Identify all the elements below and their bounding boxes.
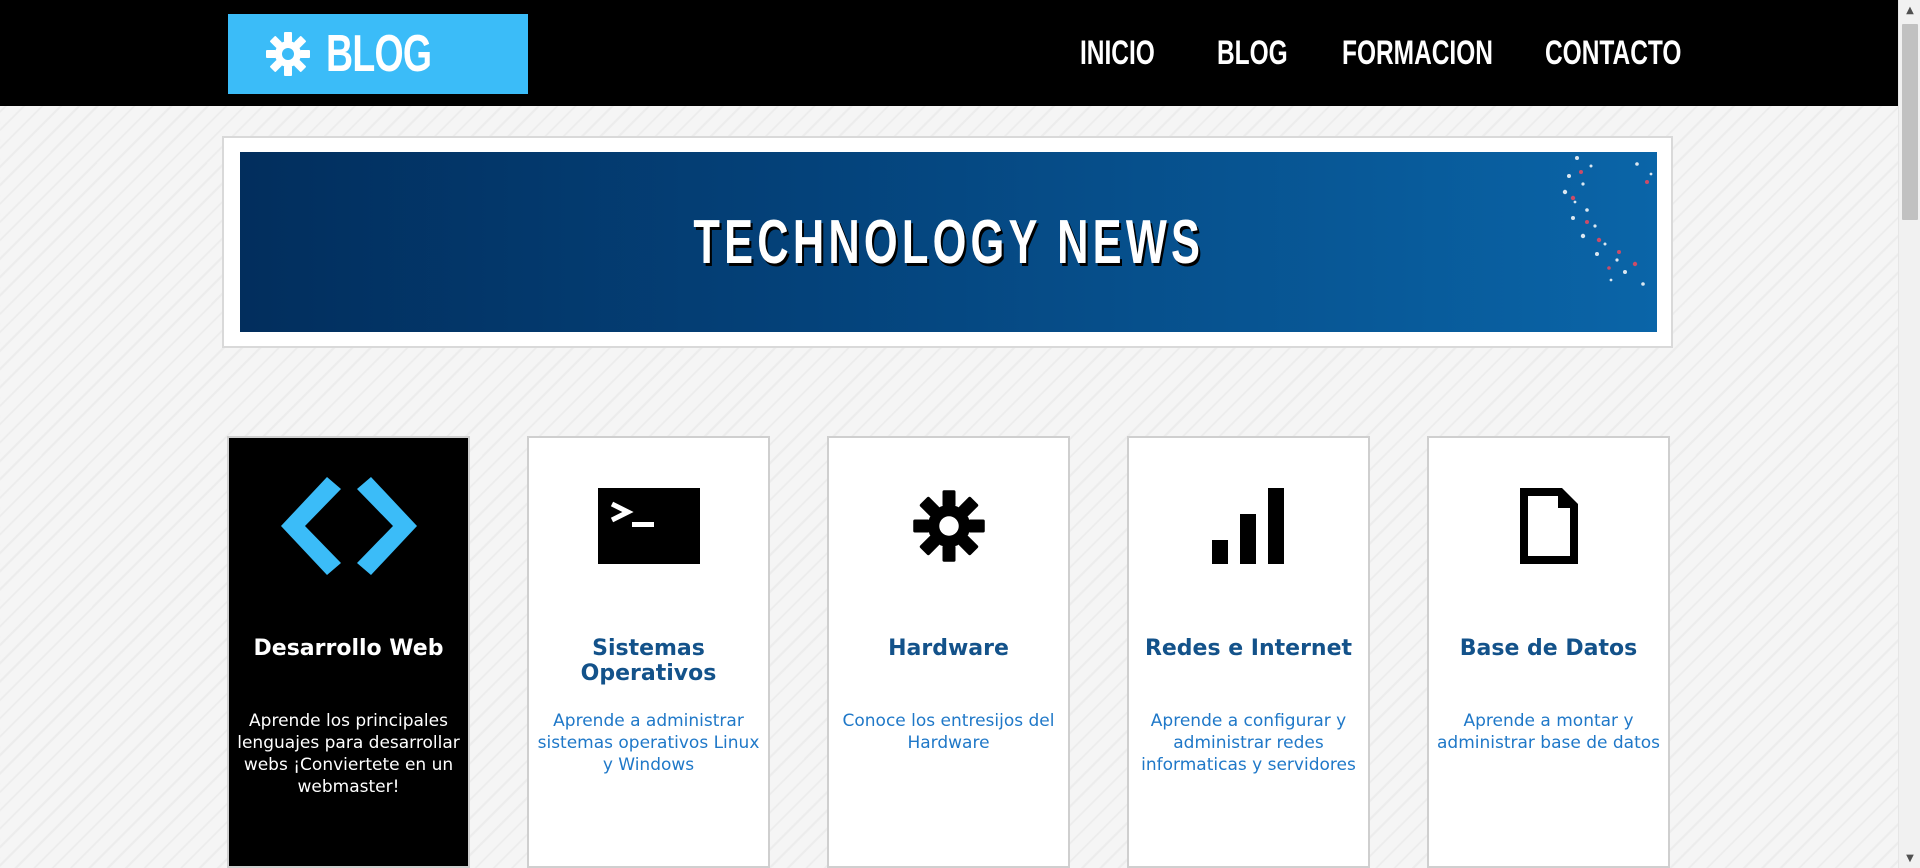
scrollbar-thumb[interactable]	[1902, 24, 1918, 220]
document-icon	[1429, 486, 1668, 566]
code-brackets-icon	[229, 477, 468, 575]
card-title: Base de Datos	[1459, 636, 1638, 661]
scroll-down-arrow-icon[interactable]: ▼	[1899, 848, 1920, 868]
vertical-scrollbar[interactable]: ▲ ▼	[1898, 0, 1920, 868]
category-card-hardware[interactable]: Hardware Conoce los entresijos del Hardw…	[827, 436, 1070, 868]
card-title: Sistemas Operativos	[580, 636, 717, 686]
gear-icon	[829, 486, 1068, 566]
card-title: Redes e Internet	[1144, 636, 1353, 661]
banner: TECHNOLOGY NEWS	[240, 152, 1657, 332]
nav-item-contacto[interactable]: CONTACTO	[1545, 30, 1681, 76]
category-card-sistemas-operativos[interactable]: Sistemas Operativos Aprende a administra…	[527, 436, 770, 868]
nav-item-blog[interactable]: BLOG	[1217, 30, 1288, 76]
card-title: Hardware	[888, 636, 1009, 661]
banner-frame: TECHNOLOGY NEWS	[222, 136, 1673, 348]
category-card-base-datos[interactable]: Base de Datos Aprende a montar y adminis…	[1427, 436, 1670, 868]
banner-title: TECHNOLOGY NEWS	[693, 207, 1204, 277]
category-card-desarrollo-web[interactable]: Desarrollo Web Aprende los principales l…	[227, 436, 470, 868]
nav-item-inicio[interactable]: INICIO	[1080, 30, 1155, 76]
nav-item-formacion[interactable]: FORMACION	[1342, 30, 1493, 76]
card-description: Aprende a montar y administrar base de d…	[1436, 711, 1661, 753]
main-nav: INICIO BLOG FORMACION CONTACTO	[0, 30, 1898, 76]
terminal-icon	[529, 486, 768, 566]
signal-bars-icon	[1129, 486, 1368, 566]
top-navigation-bar: BLOG INICIO BLOG FORMACION CONTACTO	[0, 0, 1898, 106]
category-card-redes-internet[interactable]: Redes e Internet Aprende a configurar y …	[1127, 436, 1370, 868]
scroll-up-arrow-icon[interactable]: ▲	[1899, 0, 1920, 20]
card-description: Aprende a administrar sistemas operativo…	[537, 711, 760, 775]
card-description: Aprende a configurar y administrar redes…	[1141, 711, 1356, 775]
card-description: Aprende los principales lenguajes para d…	[237, 711, 460, 797]
card-title: Desarrollo Web	[253, 636, 444, 661]
card-description: Conoce los entresijos del Hardware	[842, 711, 1055, 753]
